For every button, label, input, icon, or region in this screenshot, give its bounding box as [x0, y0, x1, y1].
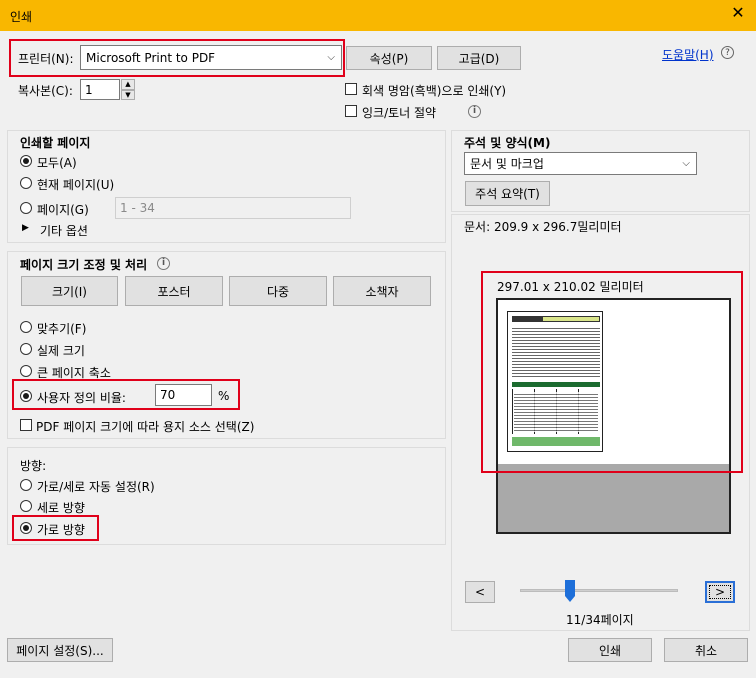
radio-portrait[interactable]: [20, 500, 32, 512]
radio-all[interactable]: [20, 155, 32, 167]
page-slider-thumb[interactable]: [565, 580, 575, 602]
comments-forms-value: 문서 및 마크업: [470, 157, 544, 171]
more-options-label[interactable]: 기타 옵션: [40, 222, 88, 239]
help-icon[interactable]: ?: [721, 46, 734, 59]
save-ink-label: 잉크/토너 절약: [362, 106, 437, 120]
pages-to-print-heading: 인쇄할 페이지: [20, 136, 91, 150]
custom-scale-highlight: [12, 379, 240, 410]
copies-down-icon[interactable]: ▼: [121, 90, 135, 100]
radio-current-page-label: 현재 페이지(U): [37, 178, 115, 192]
preview-highlight: [481, 271, 743, 473]
radio-actual-size[interactable]: [20, 343, 32, 355]
radio-auto-orientation[interactable]: [20, 479, 32, 491]
radio-portrait-label: 세로 방향: [37, 501, 85, 515]
cancel-button[interactable]: 취소: [664, 638, 748, 662]
radio-shrink-large[interactable]: [20, 365, 32, 377]
comments-forms-select[interactable]: 문서 및 마크업 ⌵: [464, 152, 697, 175]
booklet-button[interactable]: 소책자: [333, 276, 431, 306]
copies-label: 복사본(C):: [18, 84, 73, 98]
next-page-button[interactable]: >: [705, 581, 735, 603]
comments-forms-heading: 주석 및 양식(M): [464, 136, 551, 150]
printer-highlight: [9, 39, 345, 77]
info-icon[interactable]: i: [468, 105, 481, 118]
poster-button[interactable]: 포스터: [125, 276, 223, 306]
radio-actual-size-label: 실제 크기: [37, 344, 85, 358]
copies-up-icon[interactable]: ▲: [121, 79, 135, 90]
print-button[interactable]: 인쇄: [568, 638, 652, 662]
window-title: 인쇄: [10, 10, 33, 24]
radio-fit[interactable]: [20, 321, 32, 333]
radio-pages[interactable]: [20, 202, 32, 214]
expand-triangle-icon[interactable]: ▶: [22, 223, 29, 233]
grayscale-label: 회색 명암(흑백)으로 인쇄(Y): [362, 84, 507, 98]
pdf-paper-source-label: PDF 페이지 크기에 따라 용지 소스 선택(Z): [36, 420, 255, 434]
page-indicator: 11/34페이지: [566, 613, 634, 627]
copies-input[interactable]: 1: [80, 79, 120, 100]
summarize-comments-button[interactable]: 주석 요약(T): [465, 181, 550, 206]
page-setup-button[interactable]: 페이지 설정(S)...: [7, 638, 113, 662]
close-icon[interactable]: ✕: [730, 5, 746, 21]
prev-page-button[interactable]: <: [465, 581, 495, 603]
landscape-highlight: [12, 515, 99, 541]
radio-fit-label: 맞추기(F): [37, 322, 87, 336]
chevron-down-icon: ⌵: [682, 157, 690, 169]
radio-auto-orientation-label: 가로/세로 자동 설정(R): [37, 480, 155, 494]
help-link[interactable]: 도움말(H): [662, 46, 714, 63]
advanced-button[interactable]: 고급(D): [437, 46, 521, 70]
properties-button[interactable]: 속성(P): [346, 46, 432, 70]
page-slider-track[interactable]: [520, 589, 678, 592]
radio-all-label: 모두(A): [37, 156, 77, 170]
grayscale-checkbox[interactable]: [345, 83, 357, 95]
document-size-label: 문서: 209.9 x 296.7밀리미터: [464, 220, 622, 234]
pdf-paper-source-checkbox[interactable]: [20, 419, 32, 431]
size-button[interactable]: 크기(I): [21, 276, 118, 306]
save-ink-checkbox[interactable]: [345, 105, 357, 117]
multiple-button[interactable]: 다중: [229, 276, 327, 306]
page-range-input[interactable]: 1 - 34: [115, 197, 351, 219]
orientation-heading: 방향:: [20, 459, 47, 473]
title-bar: [0, 0, 756, 31]
radio-pages-label: 페이지(G): [37, 203, 89, 217]
info-icon[interactable]: i: [157, 257, 170, 270]
radio-current-page[interactable]: [20, 177, 32, 189]
page-sizing-heading: 페이지 크기 조정 및 처리: [20, 258, 148, 272]
